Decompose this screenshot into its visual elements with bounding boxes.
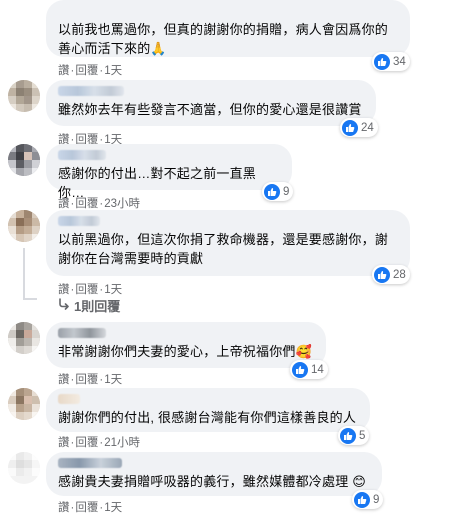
reaction-count-value: 28 (393, 268, 406, 281)
like-icon (374, 266, 390, 283)
timestamp[interactable]: 1天 (104, 284, 122, 296)
reaction-count-value: 34 (393, 55, 406, 68)
avatar[interactable] (8, 388, 40, 420)
reaction-count-value: 9 (283, 185, 290, 198)
like-icon (354, 491, 370, 508)
comment-bubble: 非常謝謝你們夫妻的愛心，上帝祝福你們🥰 (46, 322, 326, 368)
author-name-redacted[interactable] (58, 86, 124, 96)
reaction-count-value: 24 (361, 121, 374, 134)
reply-button[interactable]: 回覆 (75, 198, 98, 210)
reaction-count-value: 14 (311, 363, 324, 376)
author-name-redacted[interactable] (58, 150, 106, 160)
comment-actions: 讚·回覆·1天 (58, 284, 123, 296)
comment-actions: 讚·回覆·1天 (58, 374, 123, 386)
reply-arrow-icon (58, 298, 74, 313)
comment-actions: 讚·回覆·21小時 (58, 437, 140, 449)
comment-actions: 讚·回覆·1天 (58, 65, 123, 77)
like-icon (342, 119, 358, 136)
reply-button[interactable]: 回覆 (75, 437, 98, 449)
timestamp[interactable]: 23小時 (104, 198, 140, 210)
comment-bubble: 感謝你的付出…對不起之前一直黑你… (46, 144, 292, 200)
author-name-redacted[interactable] (58, 394, 80, 404)
comment-text: 雖然妳去年有些發言不適當，但你的愛心還是很讚賞 (58, 102, 362, 117)
view-replies-link[interactable]: 1則回覆 (58, 296, 120, 315)
like-icon (292, 361, 308, 378)
reaction-count[interactable]: 28 (372, 265, 410, 284)
timestamp[interactable]: 1天 (104, 502, 122, 514)
like-icon (374, 53, 390, 70)
comment-text: 非常謝謝你們夫妻的愛心，上帝祝福你們🥰 (58, 344, 312, 359)
reaction-count[interactable]: 9 (262, 182, 294, 201)
comment-bubble: 雖然妳去年有些發言不適當，但你的愛心還是很讚賞 (46, 80, 376, 126)
timestamp[interactable]: 21小時 (104, 437, 140, 449)
reaction-count[interactable]: 5 (338, 426, 370, 445)
reply-button[interactable]: 回覆 (75, 65, 98, 77)
reaction-count[interactable]: 24 (340, 118, 378, 137)
like-button[interactable]: 讚 (58, 65, 70, 77)
comment-actions: 讚·回覆·1天 (58, 502, 123, 514)
avatar[interactable] (8, 452, 40, 484)
author-name-redacted[interactable] (58, 458, 122, 468)
reaction-count[interactable]: 9 (352, 490, 384, 509)
reaction-count[interactable]: 34 (372, 52, 410, 71)
timestamp[interactable]: 1天 (104, 374, 122, 386)
reaction-count-value: 9 (373, 493, 380, 506)
author-name-redacted[interactable] (58, 328, 106, 338)
comment-text: 感謝貴夫妻捐贈呼吸器的義行，雖然媒體都冷處理 😊 (58, 474, 366, 489)
timestamp[interactable]: 1天 (104, 65, 122, 77)
reply-button[interactable]: 回覆 (75, 284, 98, 296)
reaction-count[interactable]: 14 (290, 360, 328, 379)
comment-bubble: 以前我也罵過你，但真的謝謝你的捐贈，病人會因爲你的善心而活下來的🙏 (46, 0, 410, 57)
like-icon (264, 183, 280, 200)
comment-text: 以前黑過你，但這次你捐了救命機器，還是要感謝你，謝謝你在台灣需要時的貢獻 (58, 232, 389, 266)
reply-thread-connector (23, 298, 37, 300)
comment-actions: 讚·回覆·23小時 (58, 198, 140, 210)
avatar[interactable] (8, 80, 40, 112)
reply-button[interactable]: 回覆 (75, 374, 98, 386)
avatar[interactable] (8, 210, 40, 242)
comment-text: 以前我也罵過你，但真的謝謝你的捐贈，病人會因爲你的善心而活下來的🙏 (58, 22, 389, 56)
reply-thread-line (23, 248, 25, 300)
avatar[interactable] (8, 322, 40, 354)
like-button[interactable]: 讚 (58, 284, 70, 296)
comment-bubble: 感謝貴夫妻捐贈呼吸器的義行，雖然媒體都冷處理 😊 (46, 452, 382, 496)
comment-bubble: 謝謝你們的付出, 很感謝台灣能有你們這樣善良的人 (46, 388, 370, 432)
view-replies-label: 1則回覆 (74, 299, 121, 314)
like-button[interactable]: 讚 (58, 502, 70, 514)
comment-bubble: 以前黑過你，但這次你捐了救命機器，還是要感謝你，謝謝你在台灣需要時的貢獻 (46, 210, 410, 276)
avatar[interactable] (8, 144, 40, 176)
like-button[interactable]: 讚 (58, 374, 70, 386)
like-icon (340, 427, 356, 444)
reaction-count-value: 5 (359, 429, 366, 442)
comment-text: 謝謝你們的付出, 很感謝台灣能有你們這樣善良的人 (58, 410, 357, 425)
like-button[interactable]: 讚 (58, 198, 70, 210)
like-button[interactable]: 讚 (58, 437, 70, 449)
reply-button[interactable]: 回覆 (75, 502, 98, 514)
author-name-redacted[interactable] (58, 216, 100, 226)
